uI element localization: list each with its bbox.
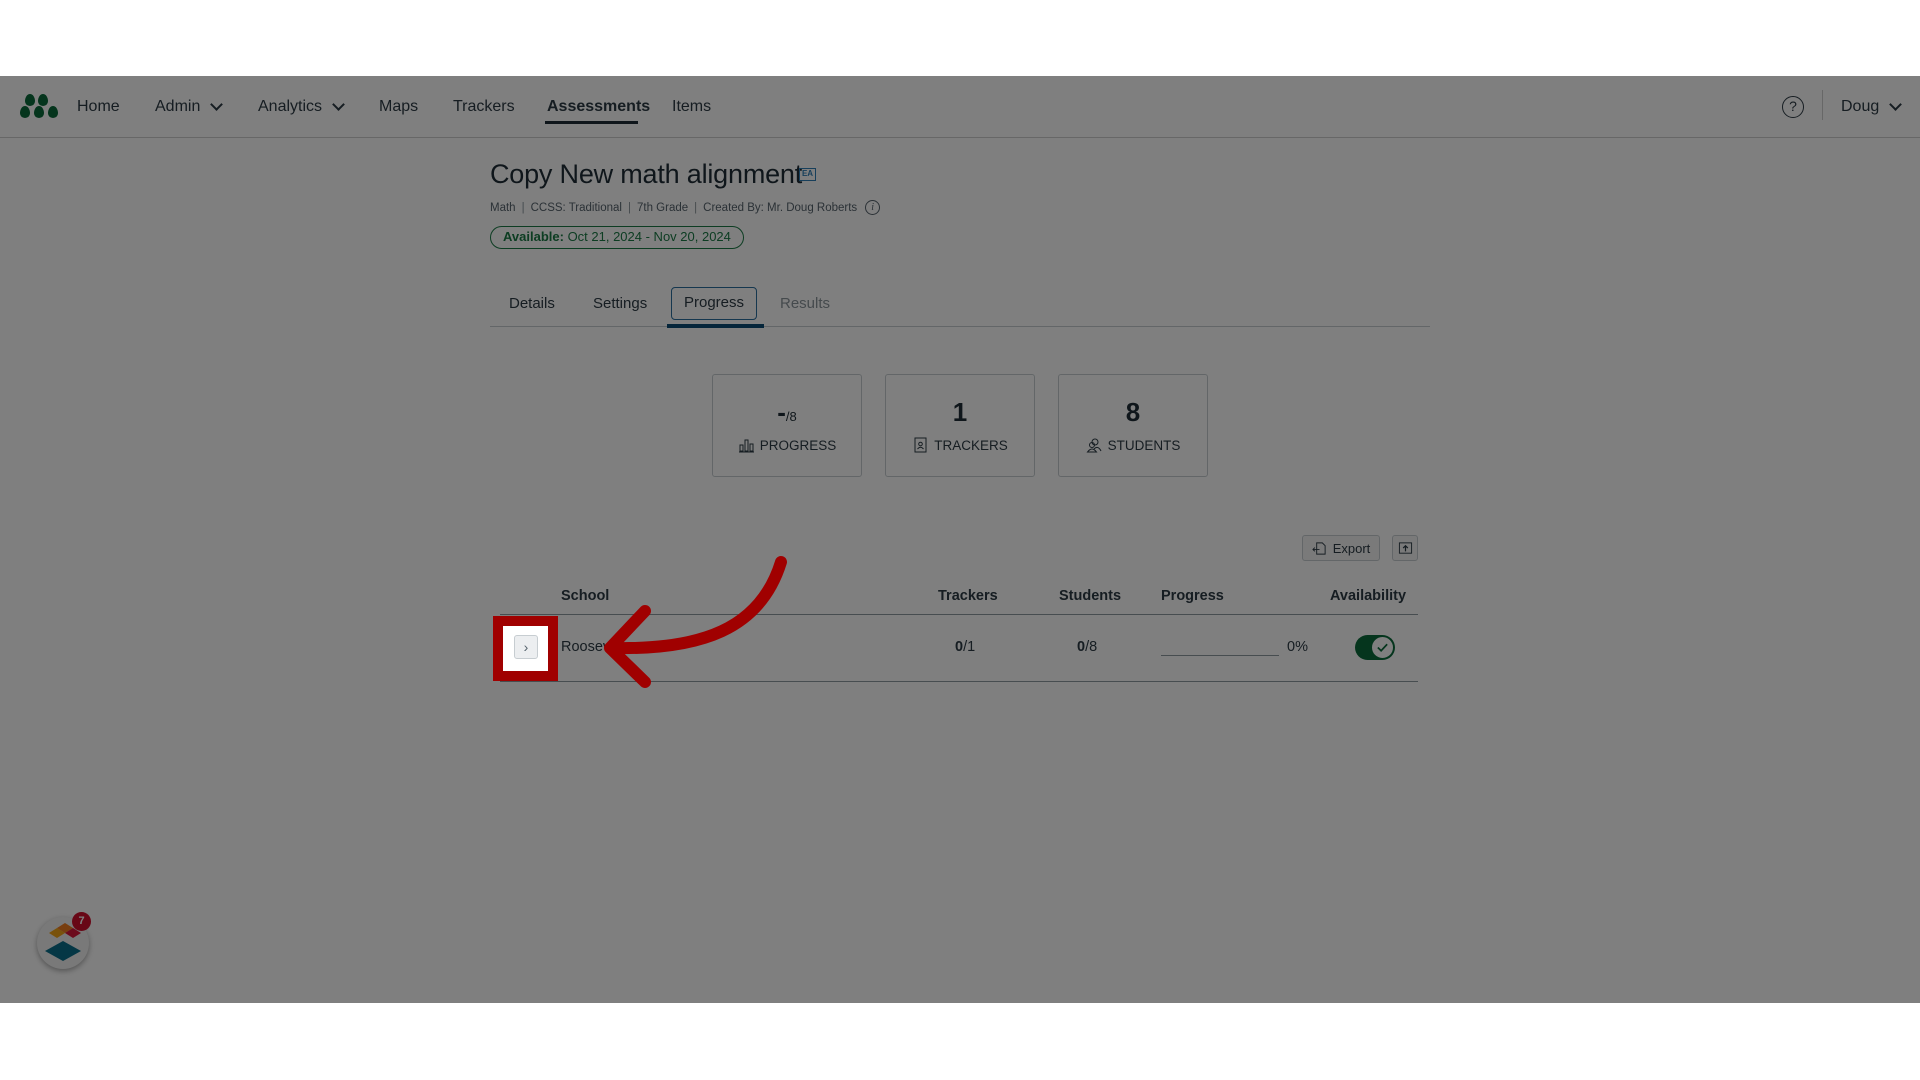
export-button[interactable]: Export (1302, 535, 1380, 561)
assessment-meta: Math | CCSS: Traditional | 7th Grade | C… (490, 200, 881, 215)
chat-notification-badge: 7 (72, 912, 91, 931)
tab-settings[interactable]: Settings (593, 287, 647, 320)
progress-bar (1161, 655, 1279, 656)
meta-created-by: Created By: Mr. Doug Roberts (703, 201, 858, 214)
stat-progress-denominator: /8 (785, 409, 797, 424)
meta-subject: Math (490, 201, 516, 214)
nav-analytics-label: Analytics (258, 98, 323, 115)
stat-progress-numerator: - (777, 397, 786, 427)
app-frame: Home Admin Analytics Maps Trackers Asses… (0, 76, 1920, 1003)
meta-separator: | (627, 201, 631, 214)
nav-home[interactable]: Home (77, 96, 120, 118)
column-header-students[interactable]: Students (1059, 588, 1121, 604)
top-navigation: Home Admin Analytics Maps Trackers Asses… (0, 76, 1920, 138)
nav-trackers[interactable]: Trackers (453, 96, 515, 118)
stat-card-trackers: 1 TRACKERS (885, 374, 1035, 477)
user-menu[interactable]: Doug (1841, 96, 1903, 118)
ea-badge-icon: EA (799, 168, 816, 181)
check-icon (1377, 643, 1388, 652)
chevron-right-icon: › (523, 639, 529, 655)
highlighted-region: › (503, 626, 548, 671)
upload-button[interactable] (1392, 535, 1418, 561)
nav-admin-label: Admin (155, 98, 201, 115)
cell-students: 0/8 (1077, 639, 1097, 655)
meta-grade: 7th Grade (636, 201, 689, 214)
assessment-tabs: Details Settings Progress Results (490, 287, 1430, 328)
tab-active-indicator (667, 324, 764, 328)
availability-label: Available: (503, 229, 564, 244)
column-header-school[interactable]: School (561, 588, 609, 604)
students-total: /8 (1085, 639, 1098, 655)
meta-standard: CCSS: Traditional (530, 201, 622, 214)
nav-assessments-label: Assessments (547, 98, 651, 115)
info-icon[interactable]: i (865, 200, 881, 215)
nav-maps-label: Maps (379, 98, 419, 115)
nav-active-indicator (545, 121, 638, 124)
column-header-availability[interactable]: Availability (1330, 588, 1406, 604)
trackers-done: 0 (955, 639, 964, 655)
cell-school[interactable]: Roosev (561, 639, 610, 655)
stat-students-label: STUDENTS (1107, 437, 1181, 453)
column-header-progress[interactable]: Progress (1161, 588, 1224, 604)
nav-items[interactable]: Items (672, 96, 711, 118)
nav-analytics[interactable]: Analytics (258, 96, 345, 118)
chevron-down-icon (332, 98, 345, 111)
app-logo-icon[interactable] (20, 94, 60, 120)
stat-students-label-row: STUDENTS (1059, 437, 1207, 453)
help-icon[interactable]: ? (1782, 96, 1804, 118)
nav-assessments[interactable]: Assessments (547, 96, 650, 118)
tab-details[interactable]: Details (509, 287, 555, 320)
availability-badge: Available: Oct 21, 2024 - Nov 20, 2024 (490, 226, 744, 249)
availability-range: Oct 21, 2024 - Nov 20, 2024 (567, 229, 731, 244)
meta-separator: | (694, 201, 698, 214)
stat-trackers-label-row: TRACKERS (886, 437, 1034, 453)
export-icon (1311, 541, 1326, 555)
meta-separator: | (521, 201, 525, 214)
assessment-title: Copy New math alignment (490, 159, 803, 189)
tracker-notebook-icon (914, 437, 927, 453)
export-label: Export (1332, 540, 1371, 556)
table-row-divider (500, 681, 1418, 682)
stat-progress-label: PROGRESS (759, 437, 837, 453)
nav-admin[interactable]: Admin (155, 96, 224, 118)
stat-progress-value: -/8 (713, 397, 861, 428)
stat-students-value: 8 (1125, 397, 1141, 427)
nav-trackers-label: Trackers (453, 98, 515, 115)
upload-icon (1398, 541, 1412, 554)
expand-row-button-highlighted[interactable]: › (514, 635, 538, 659)
tab-results: Results (780, 295, 831, 312)
stat-progress-label-row: PROGRESS (713, 437, 861, 453)
nav-maps[interactable]: Maps (379, 96, 418, 118)
bar-chart-icon (738, 439, 754, 453)
students-icon (1086, 438, 1102, 453)
stat-trackers-label: TRACKERS (934, 437, 1008, 453)
column-header-trackers[interactable]: Trackers (938, 588, 998, 604)
stat-card-progress: -/8 PROGRESS (712, 374, 862, 477)
table-header-divider (500, 614, 1418, 615)
nav-items-label: Items (672, 98, 712, 115)
availability-toggle[interactable] (1355, 635, 1395, 660)
tab-progress[interactable]: Progress (671, 287, 758, 320)
progress-percent: 0% (1287, 639, 1308, 655)
chevron-down-icon (1889, 98, 1903, 111)
chevron-down-icon (210, 98, 224, 111)
nav-divider (1822, 90, 1823, 120)
stat-card-students: 8 STUDENTS (1058, 374, 1208, 477)
students-done: 0 (1077, 639, 1086, 655)
cell-trackers: 0/1 (955, 639, 975, 655)
stat-trackers-value: 1 (952, 397, 968, 427)
user-name: Doug (1841, 98, 1880, 115)
toggle-knob (1371, 636, 1394, 659)
nav-home-label: Home (77, 98, 120, 115)
trackers-total: /1 (963, 639, 976, 655)
